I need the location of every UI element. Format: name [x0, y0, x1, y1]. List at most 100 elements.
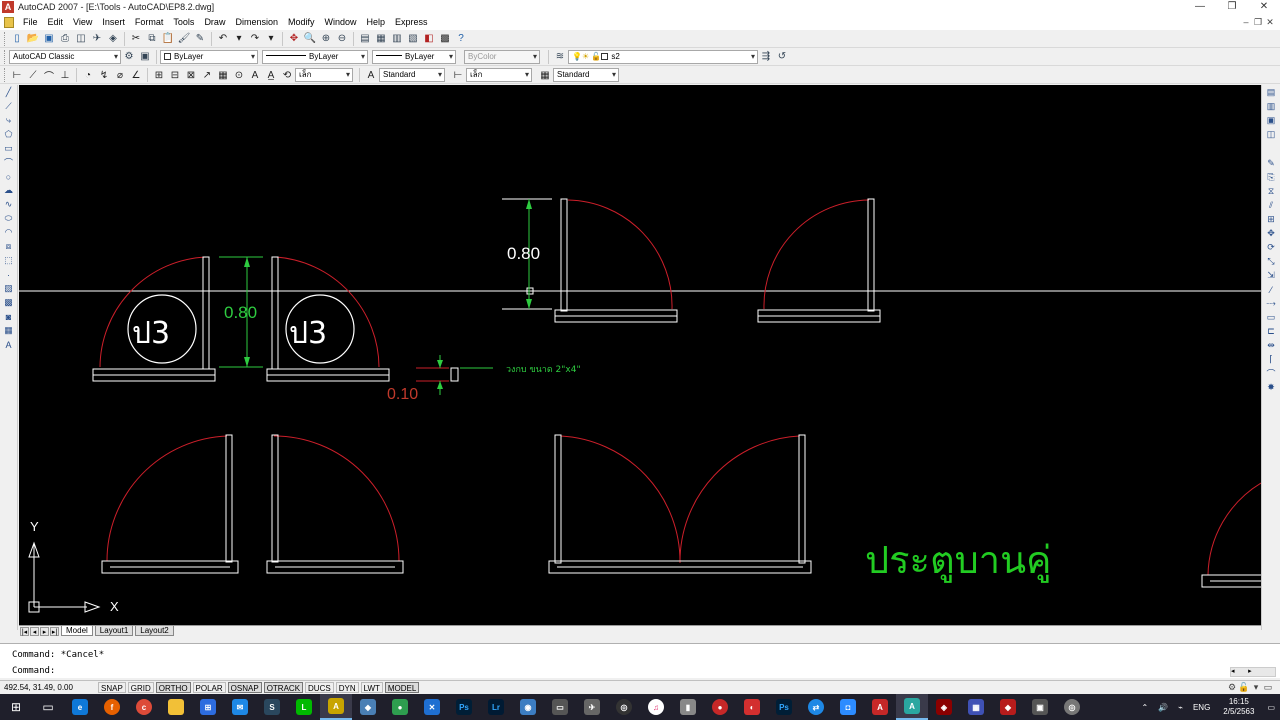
publish-icon[interactable]: ✈ [90, 32, 104, 46]
arc-icon[interactable]: ⌒ [2, 156, 16, 169]
hatch-icon[interactable]: ▨ [2, 282, 16, 295]
start-button[interactable]: ⊞ [0, 694, 32, 720]
menu-format[interactable]: Format [130, 14, 169, 30]
open-file-icon[interactable]: 📂 [26, 32, 40, 46]
design-center-icon[interactable]: ▦ [374, 32, 388, 46]
trim-icon[interactable]: ⁄ [1264, 283, 1278, 296]
app-icon[interactable]: ◎ [608, 694, 640, 720]
text-style-select[interactable]: Standard [379, 68, 445, 82]
menu-tools[interactable]: Tools [168, 14, 199, 30]
aligned-dimension-icon[interactable]: ⟋ [26, 68, 40, 82]
save-icon[interactable]: ▣ [42, 32, 56, 46]
status-menu-icon[interactable]: ▾ [1250, 682, 1262, 693]
pan-icon[interactable]: ✥ [287, 32, 301, 46]
chrome-icon[interactable]: c [128, 694, 160, 720]
dimension-text-edit-icon[interactable]: A̲ [264, 68, 278, 82]
workspace-select[interactable]: AutoCAD Classic [9, 49, 121, 64]
otrack-toggle[interactable]: OTRACK [263, 682, 304, 693]
document-icon[interactable] [4, 16, 14, 28]
steam-icon[interactable]: S [256, 694, 288, 720]
new-file-icon[interactable]: ▯ [10, 32, 24, 46]
menu-express[interactable]: Express [390, 14, 433, 30]
menu-draw[interactable]: Draw [199, 14, 230, 30]
app-icon[interactable]: ◐ [736, 694, 768, 720]
app-icon[interactable]: ◉ [512, 694, 544, 720]
radius-dimension-icon[interactable]: ◔ [81, 68, 95, 82]
app-icon[interactable]: ◆ [352, 694, 384, 720]
line-app-icon[interactable]: L [288, 694, 320, 720]
redo-icon[interactable]: ↷ [248, 32, 262, 46]
baseline-dimension-icon[interactable]: ⊟ [168, 68, 182, 82]
autocad-icon[interactable]: A [864, 694, 896, 720]
match-properties-icon[interactable]: 🖌 [177, 32, 191, 46]
store-icon[interactable]: ⊞ [192, 694, 224, 720]
app-icon[interactable]: ▭ [544, 694, 576, 720]
layer-freeze-icon[interactable]: ◫ [1264, 128, 1278, 141]
fillet-icon[interactable]: ⌒ [1264, 367, 1278, 380]
autocad-taskbar-icon[interactable]: A [320, 694, 352, 720]
lineweight-control-select[interactable]: ByLayer [372, 49, 456, 64]
app-icon[interactable]: ▣ [1024, 694, 1056, 720]
region-icon[interactable]: ◙ [2, 310, 16, 323]
dimension-style-manager-icon[interactable]: ⊢ [451, 68, 465, 82]
linear-dimension-icon[interactable]: ⊢ [10, 68, 24, 82]
tolerance-icon[interactable]: ▦ [216, 68, 230, 82]
spline-icon[interactable]: ∿ [2, 198, 16, 211]
dimension-edit-icon[interactable]: A [248, 68, 262, 82]
layer-control-select[interactable]: 💡☀ 🔓 s2 [568, 49, 758, 64]
menu-file[interactable]: File [18, 14, 43, 30]
doc-close-button[interactable]: ✕ [1264, 14, 1276, 30]
app-icon[interactable]: ✈ [576, 694, 608, 720]
plot-icon[interactable]: ⎙ [58, 32, 72, 46]
extend-icon[interactable]: ⤏ [1264, 297, 1278, 310]
doc-minimize-button[interactable]: – [1240, 14, 1252, 30]
lock-icon[interactable]: 🔓 [1238, 682, 1250, 693]
jogged-dimension-icon[interactable]: ↯ [97, 68, 111, 82]
dimension-style-select[interactable]: เล็ก [295, 68, 353, 82]
linetype-control-select[interactable]: ByLayer [262, 49, 368, 64]
task-view-icon[interactable]: ▭ [32, 694, 64, 720]
lightroom-icon[interactable]: Lr [480, 694, 512, 720]
scale-icon[interactable]: ⤡ [1264, 255, 1278, 268]
communication-center-icon[interactable]: ⚙ [1226, 682, 1238, 693]
properties-icon[interactable]: ▤ [358, 32, 372, 46]
menu-edit[interactable]: Edit [43, 14, 69, 30]
mirror-icon[interactable]: ⧖ [1264, 185, 1278, 198]
dimension-update-icon[interactable]: ⟲ [280, 68, 294, 82]
erase-icon[interactable]: ✎ [1264, 157, 1278, 170]
photoshop-icon[interactable]: Ps [448, 694, 480, 720]
save-workspace-icon[interactable]: ▣ [138, 50, 152, 64]
minimize-button[interactable]: — [1184, 0, 1216, 14]
3d-dwf-icon[interactable]: ◈ [106, 32, 120, 46]
itunes-icon[interactable]: ♫ [640, 694, 672, 720]
toolbar-grip[interactable] [4, 49, 7, 64]
stretch-icon[interactable]: ⇲ [1264, 269, 1278, 282]
command-scrollbar[interactable]: ◂ ▸ [1230, 667, 1276, 677]
undo-icon[interactable]: ↶ [216, 32, 230, 46]
cut-icon[interactable]: ✂ [129, 32, 143, 46]
make-block-icon[interactable]: ⬚ [2, 254, 16, 267]
markup-icon[interactable]: ◧ [422, 32, 436, 46]
next-tab-button[interactable]: ▸ [40, 626, 49, 636]
ellipse-arc-icon[interactable]: ◠ [2, 226, 16, 239]
language-indicator[interactable]: ENG [1188, 703, 1215, 712]
ducs-toggle[interactable]: DUCS [305, 682, 334, 693]
app-icon[interactable]: ▮ [672, 694, 704, 720]
quick-dimension-icon[interactable]: ⊞ [152, 68, 166, 82]
ortho-toggle[interactable]: ORTHO [155, 682, 191, 693]
diameter-dimension-icon[interactable]: ⌀ [113, 68, 127, 82]
menu-view[interactable]: View [68, 14, 97, 30]
dim-style-select[interactable]: เล็ก [466, 68, 532, 82]
zoom-previous-icon[interactable]: ⊖ [335, 32, 349, 46]
array-icon[interactable]: ⊞ [1264, 213, 1278, 226]
break-at-point-icon[interactable]: ▭ [1264, 311, 1278, 324]
polar-toggle[interactable]: POLAR [192, 682, 226, 693]
dyn-toggle[interactable]: DYN [335, 682, 359, 693]
table-icon[interactable]: ▦ [2, 324, 16, 337]
construction-line-icon[interactable]: ⟋ [2, 100, 16, 113]
app-icon[interactable]: ● [384, 694, 416, 720]
plot-style-select[interactable]: ByColor [464, 49, 540, 64]
clock[interactable]: 16:15 2/5/2563 [1215, 697, 1262, 717]
workspace-settings-icon[interactable]: ⚙ [122, 50, 136, 64]
model-toggle[interactable]: MODEL [384, 682, 420, 693]
